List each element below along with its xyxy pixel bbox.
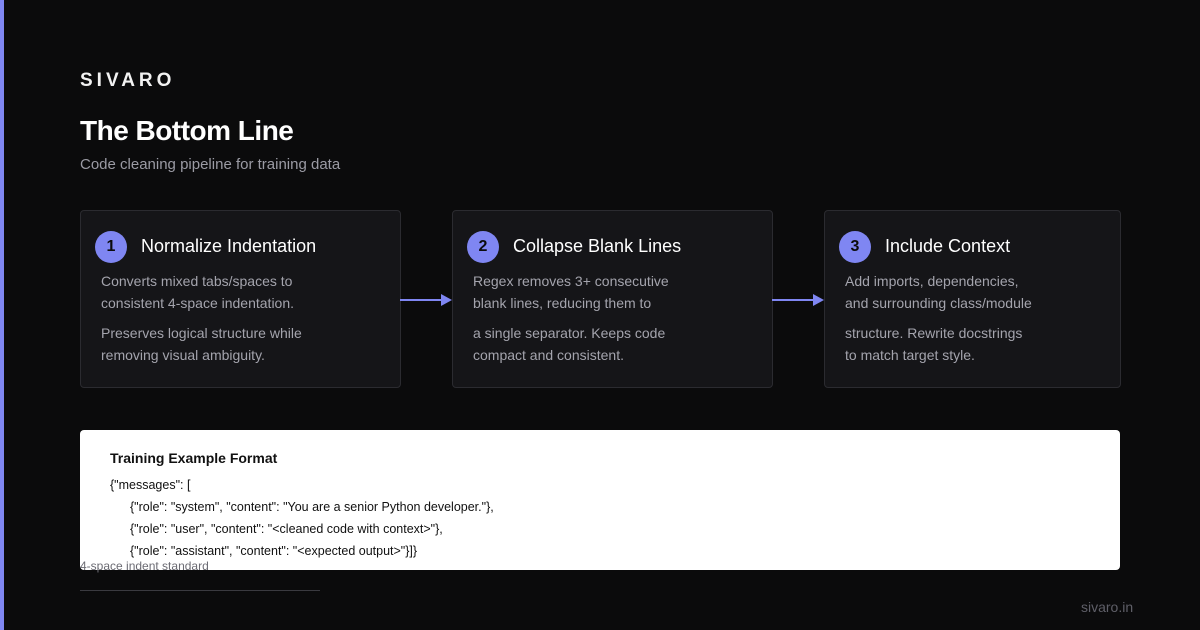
step-description-line: to match target style. [845, 347, 975, 363]
footer-note: 4-space indent standard [80, 559, 209, 573]
step-number-badge: 3 [839, 231, 871, 263]
training-example-title: Training Example Format [110, 450, 278, 466]
step-description-line: Add imports, dependencies, [845, 273, 1019, 289]
step-description-line: Preserves logical structure while [101, 325, 302, 341]
training-example-panel: Training Example Format {"messages": [ {… [80, 430, 1120, 570]
step-description-line: Converts mixed tabs/spaces to [101, 273, 293, 289]
step-card-include-context: 3 Include Context Add imports, dependenc… [824, 210, 1121, 388]
site-url: sivaro.in [1081, 599, 1134, 615]
step-card-collapse-blank-lines: 2 Collapse Blank Lines Regex removes 3+ … [452, 210, 773, 388]
brand-logo: SIVARO [80, 70, 176, 91]
page-title: The Bottom Line [80, 115, 294, 146]
flow-arrow-2-to-3 [772, 294, 824, 306]
step-title: Include Context [885, 236, 1011, 256]
step-description-line: removing visual ambiguity. [101, 347, 265, 363]
step-number-badge: 1 [95, 231, 127, 263]
code-line: {"role": "user", "content": "<cleaned co… [130, 522, 443, 536]
step-description-line: compact and consistent. [473, 347, 624, 363]
step-description-line: Regex removes 3+ consecutive [473, 273, 669, 289]
step-card-normalize-indentation: 1 Normalize Indentation Converts mixed t… [80, 210, 401, 388]
step-description-line: a single separator. Keeps code [473, 325, 666, 341]
step-description-line: and surrounding class/module [845, 295, 1032, 311]
step-title: Normalize Indentation [141, 236, 317, 256]
step-description-line: consistent 4-space indentation. [101, 295, 295, 311]
code-line: {"role": "system", "content": "You are a… [130, 500, 494, 514]
page-subtitle: Code cleaning pipeline for training data [80, 156, 341, 173]
accent-bar [0, 0, 4, 630]
footer-divider [80, 590, 320, 591]
flow-arrow-1-to-2 [400, 294, 452, 306]
code-line: {"role": "assistant", "content": "<expec… [130, 544, 418, 558]
step-description-line: structure. Rewrite docstrings [845, 325, 1023, 341]
step-title: Collapse Blank Lines [513, 236, 682, 256]
code-line: {"messages": [ [110, 478, 191, 492]
step-number-badge: 2 [467, 231, 499, 263]
step-description-line: blank lines, reducing them to [473, 295, 652, 311]
